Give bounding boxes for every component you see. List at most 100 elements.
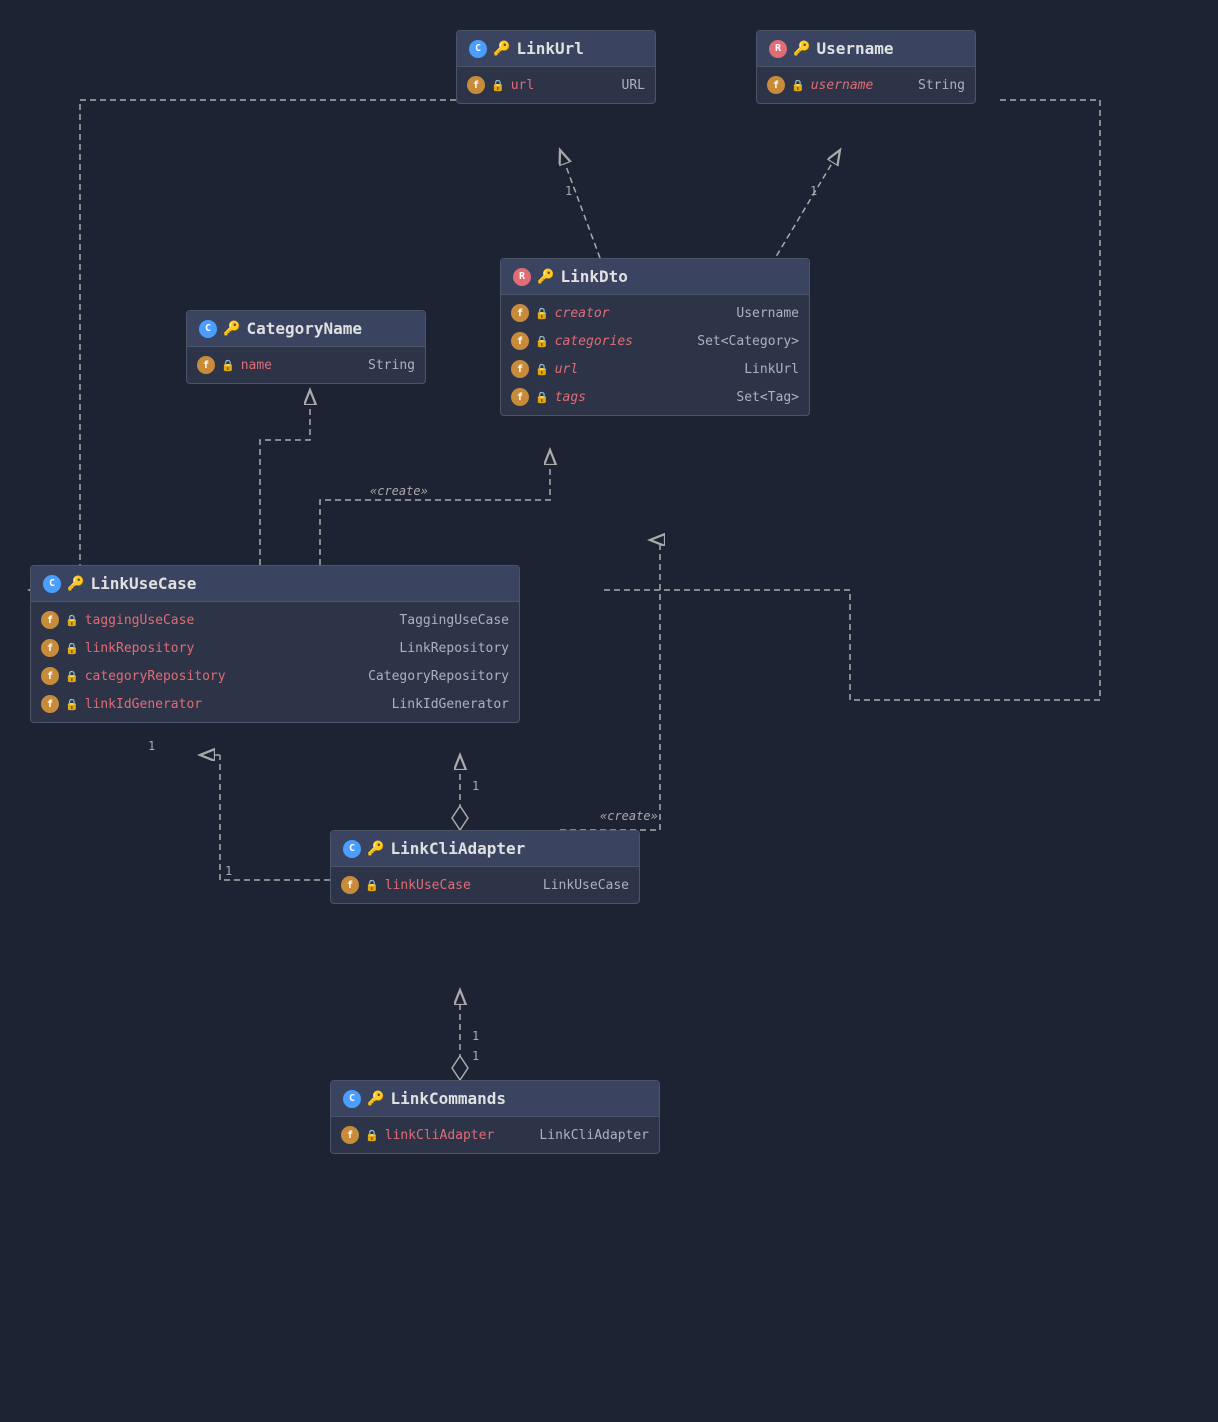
badge-f-tagging: f [41, 611, 59, 629]
lock-categories: 🔒 [535, 335, 549, 348]
class-header-username: R 🔑 Username [757, 31, 975, 67]
badge-c-linkcommands: C [343, 1090, 361, 1108]
class-linkcliadapter: C 🔑 LinkCliAdapter f 🔒 linkUseCase LinkU… [330, 830, 640, 904]
class-header-linkusecase: C 🔑 LinkUseCase [31, 566, 519, 602]
class-name-linkurl: LinkUrl [516, 39, 583, 58]
field-type-categories: Set<Category> [687, 334, 799, 349]
lock-linkrepo: 🔒 [65, 642, 79, 655]
field-type-linkusecase-adapter: LinkUseCase [533, 878, 629, 893]
class-body-linkurl: f 🔒 url URL [457, 67, 655, 103]
svg-text:1: 1 [472, 1049, 479, 1063]
badge-f-tags: f [511, 388, 529, 406]
field-name-catrepo: categoryRepository [85, 669, 226, 684]
class-header-linkurl: C 🔑 LinkUrl [457, 31, 655, 67]
lock-linkcliadapter-cmd: 🔒 [365, 1129, 379, 1142]
field-name-categories: categories [555, 334, 633, 349]
field-type-tags: Set<Tag> [726, 390, 799, 405]
class-linkcommands: C 🔑 LinkCommands f 🔒 linkCliAdapter Link… [330, 1080, 660, 1154]
field-type-catname: String [358, 358, 415, 373]
lock-green-linkdto: 🔑 [537, 269, 554, 285]
field-name-url-dto: url [555, 362, 578, 377]
field-type-tagging: TaggingUseCase [389, 613, 509, 628]
class-body-linkusecase: f 🔒 taggingUseCase TaggingUseCase f 🔒 li… [31, 602, 519, 722]
field-type-url-dto: LinkUrl [734, 362, 799, 377]
lock-green-linkusecase: 🔑 [67, 576, 84, 592]
class-linkurl: C 🔑 LinkUrl f 🔒 url URL [456, 30, 656, 104]
field-name-linkidgen: linkIdGenerator [85, 697, 202, 712]
badge-f-linkrepo: f [41, 639, 59, 657]
field-name-linkrepo: linkRepository [85, 641, 195, 656]
lock-green-username: 🔑 [793, 41, 810, 57]
badge-r-username: R [769, 40, 787, 58]
field-type-url: URL [612, 78, 645, 93]
class-name-linkusecase: LinkUseCase [90, 574, 196, 593]
lock-catrepo: 🔒 [65, 670, 79, 683]
badge-c-categoryname: C [199, 320, 217, 338]
badge-f-name: f [197, 356, 215, 374]
class-body-linkcommands: f 🔒 linkCliAdapter LinkCliAdapter [331, 1117, 659, 1153]
lock-tags: 🔒 [535, 391, 549, 404]
lock-green-categoryname: 🔑 [223, 321, 240, 337]
lock-tagging: 🔒 [65, 614, 79, 627]
lock-green-linkcommands: 🔑 [367, 1091, 384, 1107]
lock-url: 🔒 [491, 79, 505, 92]
class-body-categoryname: f 🔒 name String [187, 347, 425, 383]
class-username: R 🔑 Username f 🔒 username String [756, 30, 976, 104]
diagram-container: 1 1 «create» 1 1 1 «create» 1 1 [0, 0, 1218, 1422]
svg-text:1: 1 [225, 864, 232, 878]
badge-f-username: f [767, 76, 785, 94]
svg-text:1: 1 [565, 184, 572, 198]
svg-text:1: 1 [472, 779, 479, 793]
lock-creator: 🔒 [535, 307, 549, 320]
field-type-linkcliadapter-cmd: LinkCliAdapter [529, 1128, 649, 1143]
field-name-username: username [811, 78, 874, 93]
class-name-username: Username [816, 39, 893, 58]
badge-f-categories: f [511, 332, 529, 350]
field-type-username: String [908, 78, 965, 93]
lock-username: 🔒 [791, 79, 805, 92]
svg-text:1: 1 [472, 1029, 479, 1043]
field-name-url: url [511, 78, 534, 93]
field-name-linkusecase-adapter: linkUseCase [385, 878, 471, 893]
badge-c-linkurl: C [469, 40, 487, 58]
badge-f-linkcliadapter-cmd: f [341, 1126, 359, 1144]
class-name-categoryname: CategoryName [246, 319, 362, 338]
field-name-creator: creator [555, 306, 610, 321]
badge-r-linkdto: R [513, 268, 531, 286]
lock-name: 🔒 [221, 359, 235, 372]
lock-url-dto: 🔒 [535, 363, 549, 376]
class-linkusecase: C 🔑 LinkUseCase f 🔒 taggingUseCase Taggi… [30, 565, 520, 723]
class-categoryname: C 🔑 CategoryName f 🔒 name String [186, 310, 426, 384]
badge-f-creator: f [511, 304, 529, 322]
class-body-linkcliadapter: f 🔒 linkUseCase LinkUseCase [331, 867, 639, 903]
class-header-linkcommands: C 🔑 LinkCommands [331, 1081, 659, 1117]
field-type-catrepo: CategoryRepository [358, 669, 509, 684]
field-tags: f 🔒 tags Set<Tag> [501, 383, 809, 411]
class-name-linkcommands: LinkCommands [390, 1089, 506, 1108]
field-categories: f 🔒 categories Set<Category> [501, 327, 809, 355]
badge-c-linkcliadapter: C [343, 840, 361, 858]
class-header-linkcliadapter: C 🔑 LinkCliAdapter [331, 831, 639, 867]
field-catrepo: f 🔒 categoryRepository CategoryRepositor… [31, 662, 519, 690]
field-creator: f 🔒 creator Username [501, 299, 809, 327]
class-header-linkdto: R 🔑 LinkDto [501, 259, 809, 295]
svg-text:1: 1 [148, 739, 155, 753]
field-url-dto: f 🔒 url LinkUrl [501, 355, 809, 383]
field-linkidgen: f 🔒 linkIdGenerator LinkIdGenerator [31, 690, 519, 718]
field-linkusecase-adapter: f 🔒 linkUseCase LinkUseCase [331, 871, 639, 899]
class-body-linkdto: f 🔒 creator Username f 🔒 categories Set<… [501, 295, 809, 415]
field-name-cat: f 🔒 name String [187, 351, 425, 379]
field-name-catname: name [241, 358, 272, 373]
svg-text:«create»: «create» [600, 809, 658, 823]
class-body-username: f 🔒 username String [757, 67, 975, 103]
class-name-linkdto: LinkDto [560, 267, 627, 286]
field-taggingusecase: f 🔒 taggingUseCase TaggingUseCase [31, 606, 519, 634]
badge-f-catrepo: f [41, 667, 59, 685]
field-name-tagging: taggingUseCase [85, 613, 195, 628]
class-header-categoryname: C 🔑 CategoryName [187, 311, 425, 347]
badge-f-url-dto: f [511, 360, 529, 378]
field-linkcliadapter-cmd: f 🔒 linkCliAdapter LinkCliAdapter [331, 1121, 659, 1149]
badge-f-linkidgen: f [41, 695, 59, 713]
badge-f-linkusecase-adapter: f [341, 876, 359, 894]
field-username: f 🔒 username String [757, 71, 975, 99]
